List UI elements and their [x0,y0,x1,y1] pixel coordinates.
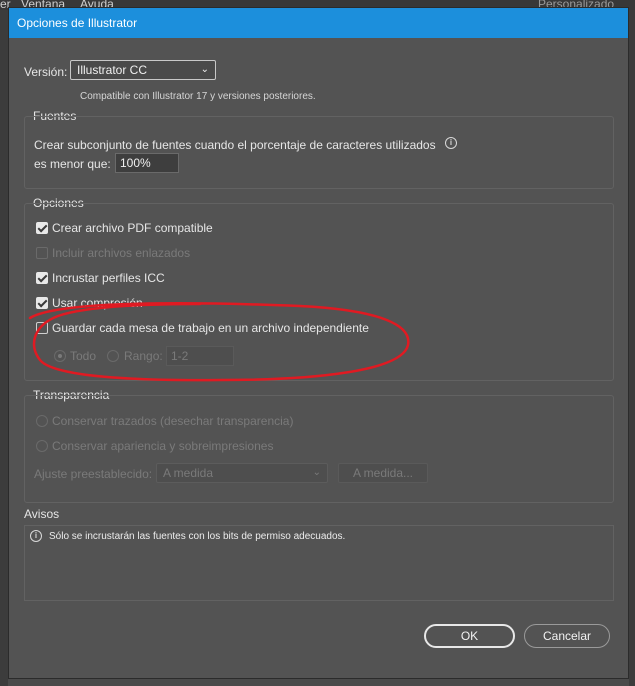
illustrator-options-dialog: Opciones de Illustrator Versión: Illustr… [8,7,629,679]
include-linked-files-label: Incluir archivos enlazados [52,246,191,260]
save-each-artboard-checkbox[interactable] [36,322,48,334]
fuentes-group [24,116,614,189]
use-compression-checkbox[interactable] [36,297,48,309]
rango-label: Rango: [124,349,163,363]
chevron-down-icon: ⌄ [200,64,209,75]
pdf-compatible-label: Crear archivo PDF compatible [52,221,213,235]
save-each-artboard-label: Guardar cada mesa de trabajo en un archi… [52,321,369,335]
avisos-title: Avisos [24,507,60,521]
custom-preset-button[interactable]: A medida... [338,463,428,483]
version-select[interactable]: Illustrator CC ⌄ [70,60,216,80]
preserve-paths-radio[interactable] [36,415,48,427]
version-label: Versión: [24,65,68,79]
ok-button[interactable]: OK [424,624,515,648]
todo-radio[interactable] [54,350,66,362]
font-subset-percent-input[interactable]: 100% [115,153,179,173]
font-subset-text: Crear subconjunto de fuentes cuando el p… [34,138,436,152]
preserve-appearance-label: Conservar apariencia y sobreimpresiones [52,439,274,453]
embed-icc-label: Incrustar perfiles ICC [52,271,165,285]
embed-icc-checkbox[interactable] [36,272,48,284]
dialog-titlebar: Opciones de Illustrator [9,8,628,38]
preset-selected-value: A medida [163,466,214,480]
preset-select[interactable]: A medida ⌄ [156,463,328,483]
preserve-appearance-radio[interactable] [36,440,48,452]
include-linked-files-checkbox[interactable] [36,247,48,259]
info-icon[interactable]: i [445,137,457,149]
cancel-button[interactable]: Cancelar [524,624,610,648]
todo-label: Todo [70,349,97,363]
app-right-panel [629,10,635,686]
version-compat-note: Compatible con Illustrator 17 y versione… [80,91,316,102]
rango-radio[interactable] [107,350,119,362]
font-subset-threshold-label: es menor que: [34,157,111,171]
avisos-message: Sólo se incrustarán las fuentes con los … [49,531,346,542]
dialog-title: Opciones de Illustrator [17,16,138,30]
app-left-panel [0,10,8,686]
use-compression-label: Usar compresión [52,296,143,310]
preserve-paths-label: Conservar trazados (desechar transparenc… [52,414,294,428]
pdf-compatible-checkbox[interactable] [36,222,48,234]
rango-input[interactable]: 1-2 [166,346,234,366]
info-icon: i [30,530,42,542]
version-selected-value: Illustrator CC [77,63,148,77]
preset-label: Ajuste preestablecido: [34,467,153,481]
chevron-down-icon: ⌄ [312,467,321,478]
